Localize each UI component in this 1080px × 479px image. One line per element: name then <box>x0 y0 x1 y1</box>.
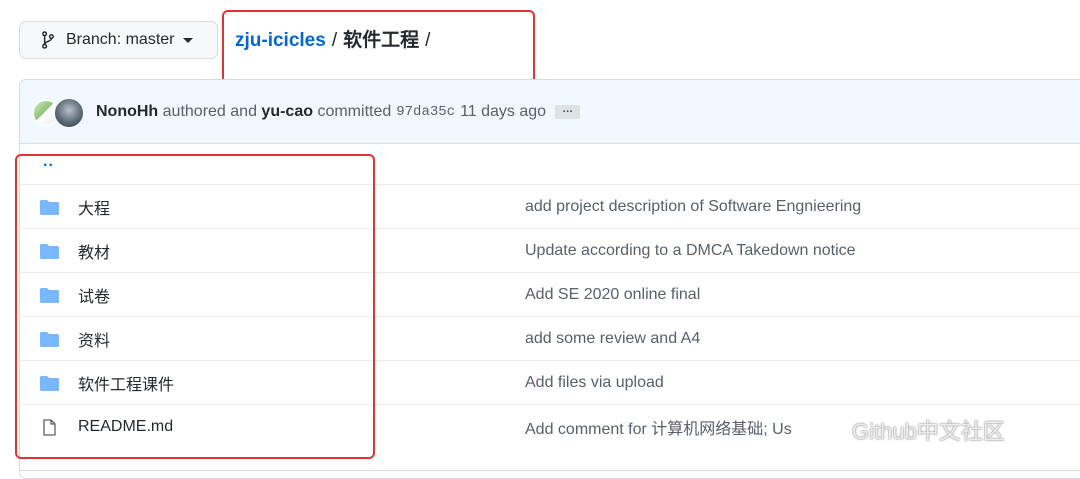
repo-link[interactable]: zju-icicles <box>235 29 326 53</box>
commit-committer-link[interactable]: yu-cao <box>261 103 313 121</box>
divider <box>19 470 1080 471</box>
breadcrumb: zju-icicles / 软件工程 / <box>235 29 436 53</box>
committed-text: committed <box>317 102 392 120</box>
file-row[interactable]: 教材 Update according to a DMCA Takedown no… <box>20 228 1080 273</box>
committer-avatar[interactable] <box>53 96 85 129</box>
file-row[interactable]: 软件工程课件 Add files via upload <box>20 360 1080 405</box>
commit-message-link[interactable]: Update according to a DMCA Takedown noti… <box>525 242 856 260</box>
commit-message-link[interactable]: Add comment for 计算机网络基础; Us <box>525 415 792 439</box>
file-name-link[interactable]: 软件工程课件 <box>78 371 174 395</box>
commit-expand-button[interactable]: … <box>555 103 581 119</box>
current-folder: 软件工程 <box>343 30 420 51</box>
latest-commit-bar: NonoHh authored and yu-cao committed 97d… <box>20 80 1080 144</box>
folder-icon <box>39 243 60 260</box>
watermark-text: Github中文社区 <box>852 419 1005 444</box>
commit-message-link[interactable]: add some review and A4 <box>525 330 700 348</box>
folder-icon <box>39 331 60 348</box>
commit-summary: NonoHh authored and yu-cao committed 97d… <box>96 102 581 121</box>
folder-icon <box>39 375 60 392</box>
commit-sha-link[interactable]: 97da35c <box>396 104 455 120</box>
file-name-link[interactable]: 教材 <box>78 239 110 263</box>
branch-label: Branch: master <box>66 31 175 48</box>
commit-message-link[interactable]: add project description of Software Engn… <box>525 198 861 216</box>
commit-message-link[interactable]: Add SE 2020 online final <box>525 286 700 304</box>
file-row[interactable]: 试卷 Add SE 2020 online final <box>20 272 1080 317</box>
folder-icon <box>39 199 60 216</box>
file-name-link[interactable]: 资料 <box>78 327 110 351</box>
parent-directory-link[interactable]: .. <box>43 153 54 171</box>
commit-age: 11 days ago <box>460 102 547 120</box>
commit-message-link[interactable]: Add files via upload <box>525 374 664 392</box>
git-branch-icon <box>42 31 54 49</box>
breadcrumb-trailing-separator: / <box>425 30 431 51</box>
file-row[interactable]: 大程 add project description of Software En… <box>20 184 1080 229</box>
commit-author-link[interactable]: NonoHh <box>96 103 158 121</box>
parent-directory-row[interactable]: .. <box>20 143 1080 184</box>
file-row[interactable]: 资料 add some review and A4 <box>20 316 1080 361</box>
file-name-link[interactable]: 试卷 <box>78 283 110 307</box>
file-icon <box>39 418 60 436</box>
caret-down-icon <box>183 37 194 43</box>
folder-icon <box>39 287 60 304</box>
branch-selector-button[interactable]: Branch: master <box>19 21 218 59</box>
file-name-link[interactable]: README.md <box>78 418 173 436</box>
breadcrumb-separator: / <box>331 30 338 51</box>
watermark: Github中文社区 <box>812 414 1005 446</box>
authored-text: authored and <box>162 102 257 120</box>
wechat-logo-icon <box>813 418 844 442</box>
file-name-link[interactable]: 大程 <box>78 195 110 219</box>
avatar-stack[interactable] <box>33 96 85 129</box>
